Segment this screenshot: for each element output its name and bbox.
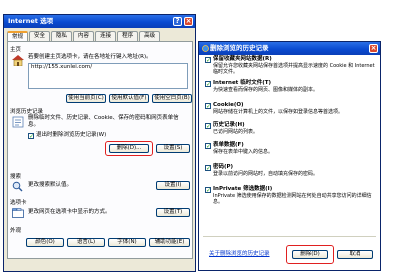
home-url-field[interactable]: http://155.xunlei.com/: [28, 63, 188, 89]
internet-options-titlebar: Internet 选项 ? ×: [4, 15, 195, 28]
search-group-label: 搜索: [10, 174, 22, 180]
delete-option-title: 密码(P): [213, 164, 234, 170]
appearance-group-label: 外观: [10, 228, 22, 234]
delete-option-desc: 保留允许您收藏夹网站保存首选项并提高显示速度的 Cookie 和 Interne…: [213, 63, 375, 75]
delete-confirm-highlight: [286, 245, 334, 264]
search-icon: [12, 181, 23, 192]
tabs-settings-button[interactable]: 设置(T): [156, 208, 190, 217]
tab-privacy[interactable]: 隐私: [51, 31, 73, 41]
tab-security[interactable]: 安全: [29, 31, 51, 41]
delete-option-title: InPrivate 筛选数据(I): [213, 186, 273, 192]
history-icon: [12, 116, 24, 128]
delete-button-highlight: [105, 141, 153, 156]
delete-option-checkbox[interactable]: ✓: [205, 143, 211, 150]
tab-content[interactable]: 内容: [73, 31, 95, 41]
about-delete-link[interactable]: 关于删除浏览的历史记录: [209, 251, 270, 258]
tab-general[interactable]: 常规: [7, 31, 29, 41]
delete-option-desc: 已访问网站的列表。: [213, 129, 259, 135]
home-page-icon: [12, 55, 24, 66]
fonts-button[interactable]: 字体(N): [108, 238, 146, 247]
delete-option-checkbox[interactable]: ✓: [205, 57, 211, 64]
delete-option-title: Internet 临时文件(T): [213, 80, 272, 86]
delete-option-desc: 为快速查看而保存的网页、图像和媒体的副本。: [213, 87, 319, 93]
tab-bar: 常规 安全 隐私 内容 连接 程序 高级: [7, 31, 161, 41]
divider: [203, 236, 376, 237]
accessibility-button[interactable]: 辅助功能(E): [149, 238, 190, 247]
delete-option-checkbox[interactable]: ✓: [205, 103, 211, 110]
delete-option-title: Cookie(O): [213, 102, 244, 108]
colors-button[interactable]: 颜色(O): [26, 238, 64, 247]
delete-option-desc: 登录以前访问的网站时，自动填充保存的密码。: [213, 171, 319, 177]
delete-on-exit-label: 退出时删除浏览历史记录(W): [36, 132, 107, 138]
history-group-label: 浏览历史记录: [10, 109, 44, 115]
cancel-button[interactable]: 取消: [337, 250, 373, 259]
home-desc: 若要创建主页选项卡，请在各地址行键入地址(R)。: [28, 54, 152, 60]
tab-advanced[interactable]: 高级: [139, 31, 161, 41]
delete-option-checkbox[interactable]: ✓: [205, 81, 211, 88]
general-tab-panel: 主页 若要创建主页选项卡，请在各地址行键入地址(R)。 http://155.x…: [7, 41, 193, 259]
search-settings-button[interactable]: 设置(I): [156, 181, 190, 190]
tab-connections[interactable]: 连接: [95, 31, 117, 41]
delete-option-title: 表单数据(F): [213, 142, 244, 148]
close-icon[interactable]: ×: [184, 17, 193, 26]
delete-option-desc: 网站存储在计算机上的文件，以保存如登录信息等首选项。: [213, 109, 344, 115]
delete-on-exit-checkbox[interactable]: ✓: [28, 133, 34, 140]
delete-option-checkbox[interactable]: ✓: [205, 123, 211, 130]
delete-history-dialog: 删除浏览的历史记录 × ✓ 保留收藏夹网站数据(R) 保留允许您收藏夹网站保存首选项…: [198, 41, 381, 271]
delete-option-desc: 保存在表单中键入的信息。: [213, 149, 274, 155]
tabs-desc: 更改网页在选项卡中显示的方式。: [28, 209, 111, 215]
history-settings-button[interactable]: 设置(S): [156, 144, 190, 153]
history-desc: 删除临时文件、历史记录、Cookie、保存的密码和网页表单信息。: [28, 115, 179, 128]
home-group-label: 主页: [10, 47, 22, 53]
tabs-icon: [12, 208, 24, 218]
delete-option-title: 历史记录(H): [213, 122, 245, 128]
tabs-group-label: 选项卡: [10, 200, 27, 206]
use-default-button[interactable]: 使用默认值(F): [109, 94, 149, 103]
internet-options-window: Internet 选项 ? × 常规 安全 隐私 内容 连接 程序 高级 主页 …: [3, 14, 196, 272]
delete-option-desc: InPrivate 筛选使用保存的数据检测网站在何处自动共享您访问的详细信息。: [213, 193, 372, 205]
internet-options-title: Internet 选项: [8, 17, 54, 25]
ie-logo-icon: [202, 45, 209, 52]
delete-history-titlebar: 删除浏览的历史记录 ×: [199, 42, 380, 55]
languages-button[interactable]: 语言(L): [67, 238, 105, 247]
use-current-button[interactable]: 使用当前页(C): [66, 94, 106, 103]
use-blank-button[interactable]: 使用空白页(B): [152, 94, 192, 103]
close-icon[interactable]: ×: [369, 44, 378, 53]
delete-history-title: 删除浏览的历史记录: [210, 44, 269, 52]
delete-option-checkbox[interactable]: ✓: [205, 165, 211, 172]
search-desc: 更改搜索默认值。: [28, 182, 73, 188]
delete-option-title: 保留收藏夹网站数据(R): [213, 56, 272, 62]
help-icon[interactable]: ?: [173, 17, 182, 26]
delete-option-checkbox[interactable]: ✓: [205, 187, 211, 194]
tab-programs[interactable]: 程序: [117, 31, 139, 41]
